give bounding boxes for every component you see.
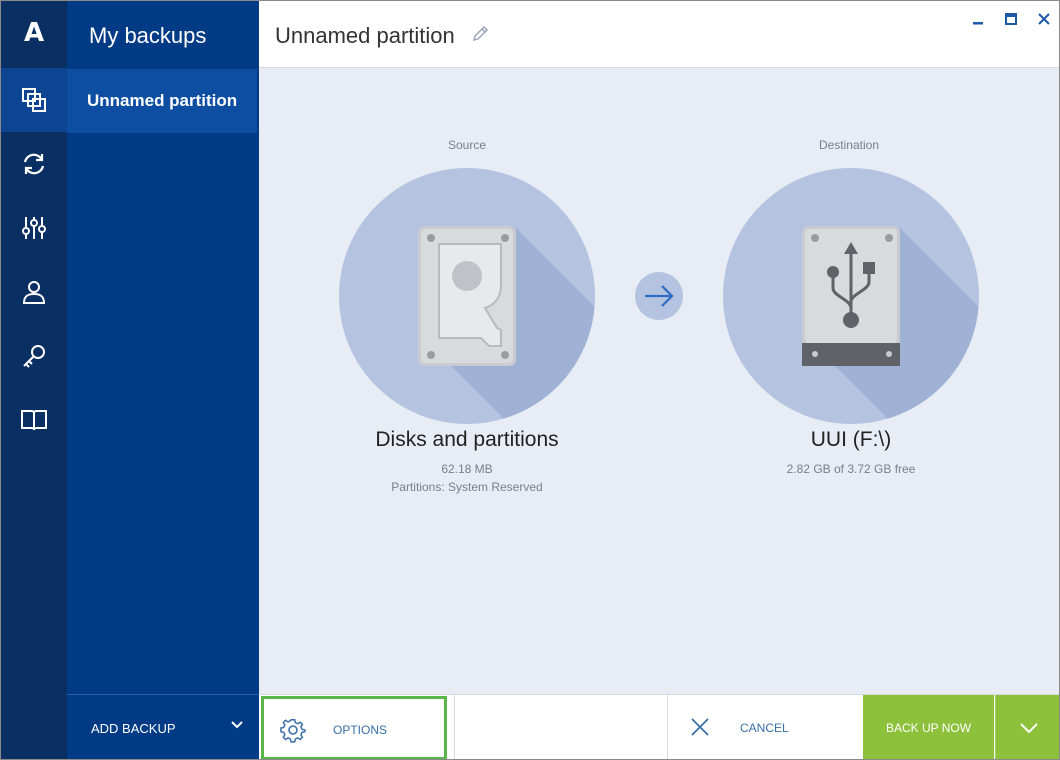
backup-options-dropdown[interactable] — [995, 695, 1059, 759]
chevron-down-icon — [1019, 723, 1038, 733]
options-button[interactable]: OPTIONS — [261, 696, 447, 759]
back-up-now-label: BACK UP NOW — [885, 721, 972, 735]
chevron-down-icon[interactable] — [231, 721, 243, 729]
close-icon — [691, 718, 709, 736]
logo-letter: A — [23, 18, 45, 48]
book-icon — [21, 410, 47, 431]
options-label: OPTIONS — [333, 723, 388, 737]
source-name: Disks and partitions — [375, 428, 559, 451]
gear-icon — [280, 719, 306, 743]
arrow-right-icon — [645, 285, 674, 307]
header: Unnamed partition — [259, 1, 1059, 68]
direction-indicator — [635, 272, 683, 320]
minimize-icon — [973, 22, 983, 25]
back-up-now-button[interactable]: BACK UP NOW — [863, 695, 994, 759]
add-backup-button[interactable]: ADD BACKUP — [67, 694, 259, 759]
source-size: 62.18 MB — [441, 462, 493, 476]
cancel-label: CANCEL — [740, 721, 789, 735]
destination-free-space: 2.82 GB of 3.72 GB free — [786, 462, 916, 476]
nav-sync[interactable] — [1, 132, 67, 196]
app-logo: A — [1, 1, 67, 65]
hard-drive-icon — [418, 226, 595, 424]
tools-icon — [22, 217, 46, 239]
destination-heading: Destination — [818, 138, 880, 152]
divider — [454, 695, 455, 759]
nav-account[interactable] — [1, 260, 67, 324]
nav-tools[interactable] — [1, 196, 67, 260]
sync-icon — [23, 153, 45, 175]
nav-help[interactable] — [1, 388, 67, 452]
destination-name: UUI (F:\) — [810, 428, 892, 451]
backup-icon — [22, 88, 46, 112]
source-details: Partitions: System Reserved — [391, 480, 543, 494]
key-icon — [23, 345, 45, 368]
backups-panel: My backups Unnamed partition ADD BACKUP — [67, 1, 259, 759]
cancel-button[interactable]: CANCEL — [668, 695, 863, 759]
action-bar: OPTIONS CANCEL BACK UP NOW — [259, 694, 1059, 759]
account-icon — [22, 281, 46, 304]
source-heading: Source — [447, 138, 487, 152]
nav-rail: A — [1, 1, 67, 759]
minimize-button[interactable] — [967, 9, 989, 29]
nav-key[interactable] — [1, 324, 67, 388]
panel-title: My backups — [89, 23, 207, 48]
backup-item-label: Unnamed partition — [87, 91, 238, 110]
main-area: Source Disks and partitions 62.18 MB Par… — [259, 68, 1059, 694]
nav-backup[interactable] — [1, 68, 67, 132]
pencil-icon[interactable] — [471, 25, 489, 43]
source-selector[interactable] — [339, 168, 595, 424]
maximize-button[interactable] — [1000, 9, 1022, 29]
app-window: A My backups Unnamed partition ADD BACKU… — [0, 0, 1060, 760]
close-icon — [1038, 13, 1050, 25]
usb-drive-icon — [802, 226, 979, 424]
backup-item-unnamed-partition[interactable]: Unnamed partition — [67, 69, 257, 133]
maximize-icon — [1005, 13, 1017, 25]
close-button[interactable] — [1033, 9, 1055, 29]
add-backup-label: ADD BACKUP — [91, 720, 176, 736]
destination-selector[interactable] — [723, 168, 979, 424]
backup-title: Unnamed partition — [275, 23, 455, 48]
